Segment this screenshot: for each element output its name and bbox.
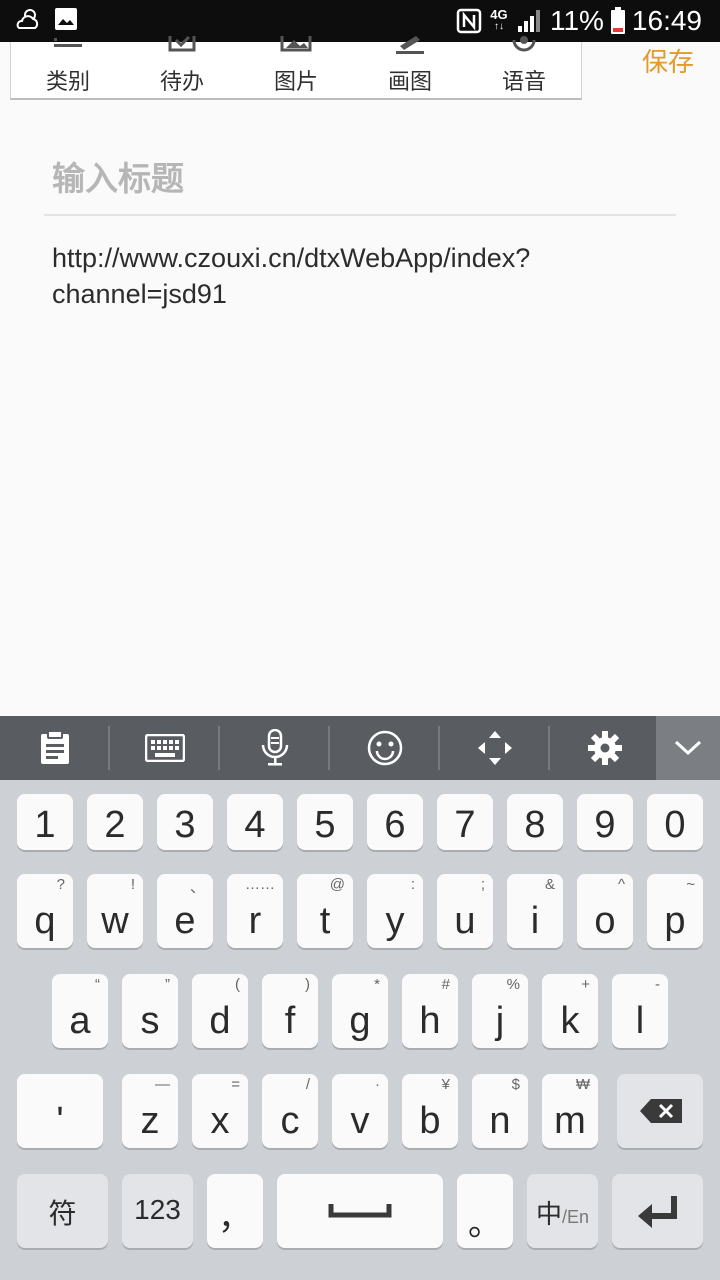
toolbar-todo[interactable]: 待办 [125,36,239,98]
space-key[interactable] [277,1174,443,1248]
toolbar-label: 待办 [159,70,204,95]
period-key[interactable]: 。 [457,1174,513,1248]
clipboard-button[interactable] [0,716,110,780]
toolbar-category[interactable]: 类别 [11,38,125,98]
voice-icon [512,36,536,52]
space-icon [328,1204,392,1218]
key-u[interactable]: ; u [437,874,493,948]
key-c[interactable]: / c [262,1074,318,1148]
key-k[interactable]: + k [542,974,598,1048]
key-2[interactable]: 2 [87,794,143,850]
enter-key[interactable] [612,1174,703,1248]
key-4[interactable]: 4 [227,794,283,850]
toolbar-draw[interactable]: 画图 [353,36,467,98]
status-bar: 4G ↑↓ 11% 16:49 [0,0,720,42]
toolbar-voice[interactable]: 语音 [467,36,581,98]
key-9[interactable]: 9 [577,794,633,850]
key-apostrophe[interactable]: ' [17,1074,103,1148]
note-body-line: channel=jsd91 [52,279,227,309]
toolbar-image[interactable]: 图片 [239,36,353,98]
collapse-keyboard-icon [674,740,702,756]
key-w[interactable]: ! w [87,874,143,948]
key-v[interactable]: · v [332,1074,388,1148]
cursor-move-button[interactable] [440,716,550,780]
key-y[interactable]: :y [367,874,423,948]
keyboard-icon [145,734,185,762]
key-g[interactable]: * g [332,974,388,1048]
collapse-keyboard-button[interactable] [656,716,720,780]
battery-percent: 11% [549,5,604,36]
key-s[interactable]: ” s [122,974,178,1048]
title-input[interactable]: 输入标题 [52,152,672,202]
toolbar-label: 语音 [501,70,546,95]
enter-icon [638,1196,677,1228]
emoji-icon [367,730,403,766]
key-6[interactable]: 6 [367,794,423,850]
key-x[interactable]: = x [192,1074,248,1148]
image-icon [280,36,312,52]
key-p[interactable]: ~ p [647,874,703,948]
key-d[interactable]: (d [192,974,248,1048]
keyboard-toolbar [0,716,720,780]
signal-icon [517,10,540,32]
note-body-input[interactable]: http://www.czouxi.cn/dtxWebApp/index? ch… [52,240,672,312]
key-0[interactable]: 0 [647,794,703,850]
key-7[interactable]: 7 [437,794,493,850]
category-icon [54,38,82,47]
key-e[interactable]: 、 e [157,874,213,948]
weather-icon [16,9,39,29]
key-m[interactable]: ₩ m [542,1074,598,1148]
draw-icon [396,36,424,54]
keyboard-switch-button[interactable] [110,716,220,780]
toolbar-label: 画图 [387,70,432,95]
key-i[interactable]: & i [507,874,563,948]
clock: 16:49 [631,5,702,36]
key-a[interactable]: “a [52,974,108,1048]
key-n[interactable]: $ n [472,1074,528,1148]
key-5[interactable]: 5 [297,794,353,850]
key-1[interactable]: 1 [17,794,73,850]
key-l[interactable]: -l [612,974,668,1048]
toolbar-label: 图片 [273,70,318,95]
comma-key[interactable]: ， [207,1174,263,1248]
toolbar-label: 类别 [45,70,90,95]
key-j[interactable]: % j [472,974,528,1048]
cursor-move-icon [478,731,512,765]
microphone-icon [261,729,289,766]
key-h[interactable]: # h [402,974,458,1048]
language-main-label: 中 [535,1200,562,1230]
emoji-button[interactable] [330,716,440,780]
nfc-icon [456,8,482,34]
backspace-icon [640,1099,682,1123]
clipboard-icon [41,730,69,764]
soft-keyboard: 1 2 3 4 5 6 7 8 9 0 ? q ! w 、 e …… r @ t :y ;… [0,780,720,1280]
numbers-key[interactable]: 123 [122,1174,193,1248]
note-body-line: http://www.czouxi.cn/dtxWebApp/index? [52,243,531,273]
key-b[interactable]: ¥ b [402,1074,458,1148]
key-z[interactable]: — z [122,1074,178,1148]
key-f[interactable]: ) f [262,974,318,1048]
title-divider [44,214,676,216]
todo-icon [168,36,196,52]
language-sub-label: /En [561,1207,590,1227]
voice-input-button[interactable] [220,716,330,780]
keyboard-settings-button[interactable] [550,716,660,780]
key-q[interactable]: ? q [17,874,73,948]
key-r[interactable]: …… r [227,874,283,948]
battery-icon [610,7,625,34]
language-switch-key[interactable]: 中/En [527,1174,598,1248]
key-t[interactable]: @ t [297,874,353,948]
note-toolbar: 类别 待办 图片 画图 语音 [10,36,582,100]
backspace-key[interactable] [617,1074,703,1148]
network-type: 4G ↑↓ [490,7,508,32]
symbols-key[interactable]: 符 [17,1174,108,1248]
key-o[interactable]: ^ o [577,874,633,948]
settings-icon [588,731,622,765]
gallery-notification-icon [55,8,77,30]
key-3[interactable]: 3 [157,794,213,850]
save-button[interactable]: 保存 [636,42,700,78]
key-8[interactable]: 8 [507,794,563,850]
